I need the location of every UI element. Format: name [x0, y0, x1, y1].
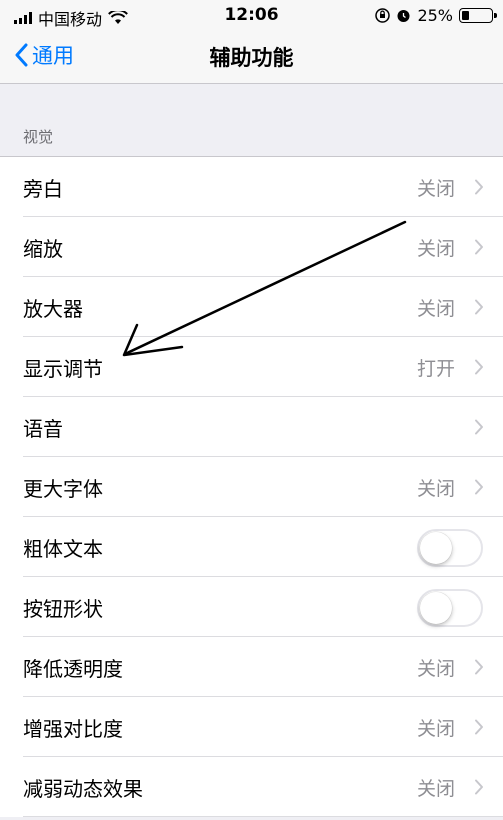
toggle-knob [420, 532, 452, 564]
settings-row[interactable]: 粗体文本 [0, 517, 503, 577]
row-value: 打开 [416, 357, 455, 380]
section-header: 视觉 [23, 128, 54, 146]
alarm-icon [397, 10, 410, 22]
chevron-right-icon [474, 239, 484, 259]
toggle-switch[interactable] [417, 589, 483, 627]
chevron-right-icon [474, 479, 484, 499]
settings-row[interactable]: 减弱动态效果 关闭 [0, 757, 503, 817]
settings-row[interactable]: 放大器 关闭 [0, 277, 503, 337]
row-value: 关闭 [416, 777, 455, 800]
row-value: 关闭 [416, 177, 455, 200]
row-label: 降低透明度 [23, 656, 123, 681]
battery-percent: 25% [417, 6, 453, 25]
row-value: 关闭 [416, 717, 455, 740]
orientation-lock-icon [375, 8, 391, 23]
chevron-right-icon [474, 179, 484, 199]
row-label: 减弱动态效果 [23, 776, 143, 801]
settings-row[interactable]: 降低透明度 关闭 [0, 637, 503, 697]
row-value: 关闭 [416, 237, 455, 260]
row-value: 关闭 [416, 657, 455, 680]
row-value: 关闭 [416, 297, 455, 320]
row-label: 增强对比度 [23, 716, 123, 741]
settings-row[interactable]: 显示调节 打开 [0, 337, 503, 397]
page-title: 辅助功能 [209, 46, 294, 70]
settings-row[interactable]: 语音 [0, 397, 503, 457]
row-label: 缩放 [23, 236, 63, 261]
settings-row[interactable]: 缩放 关闭 [0, 217, 503, 277]
battery-icon [459, 8, 497, 23]
chevron-right-icon [474, 419, 484, 439]
settings-row[interactable]: 按钮形状 [0, 577, 503, 637]
nav-bar: 通用 辅助功能 [0, 32, 503, 84]
row-label: 更大字体 [23, 476, 103, 501]
settings-row[interactable]: 更大字体 关闭 [0, 457, 503, 517]
row-label: 粗体文本 [23, 536, 103, 561]
row-label: 按钮形状 [23, 596, 103, 621]
row-value: 关闭 [416, 477, 455, 500]
row-label: 放大器 [23, 296, 83, 321]
status-bar: 中国移动 12:06 25% [0, 0, 503, 32]
chevron-right-icon [474, 359, 484, 379]
chevron-right-icon [474, 719, 484, 739]
battery-fill [462, 11, 469, 20]
settings-row[interactable]: 增强对比度 关闭 [0, 697, 503, 757]
settings-row[interactable]: 旁白 关闭 [0, 157, 503, 217]
row-label: 语音 [23, 416, 63, 441]
chevron-right-icon [474, 659, 484, 679]
chevron-right-icon [474, 299, 484, 319]
row-label: 旁白 [23, 176, 63, 201]
status-right: 25% [375, 6, 497, 25]
row-label: 显示调节 [23, 356, 103, 381]
chevron-right-icon [474, 779, 484, 799]
toggle-knob [420, 592, 452, 624]
toggle-switch[interactable] [417, 529, 483, 567]
settings-list: 旁白 关闭 缩放 关闭 放大器 关闭 显示调节 打开 语音 更大字体 关闭 粗体文本 按钮形状 降低透明度… [0, 156, 503, 817]
